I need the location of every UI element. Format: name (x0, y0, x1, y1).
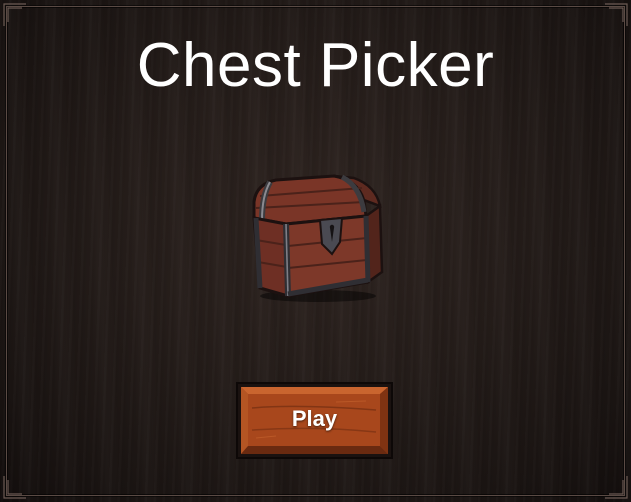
play-button-label: Play (291, 406, 338, 431)
game-title: Chest Picker (136, 31, 495, 100)
game-screen: Chest Picker Play (0, 0, 631, 502)
treasure-chest-icon (246, 172, 386, 306)
corner-ornament (603, 2, 629, 28)
play-button[interactable]: Play (236, 382, 393, 459)
corner-ornament (2, 474, 28, 500)
corner-ornament (603, 474, 629, 500)
corner-ornament (2, 2, 28, 28)
